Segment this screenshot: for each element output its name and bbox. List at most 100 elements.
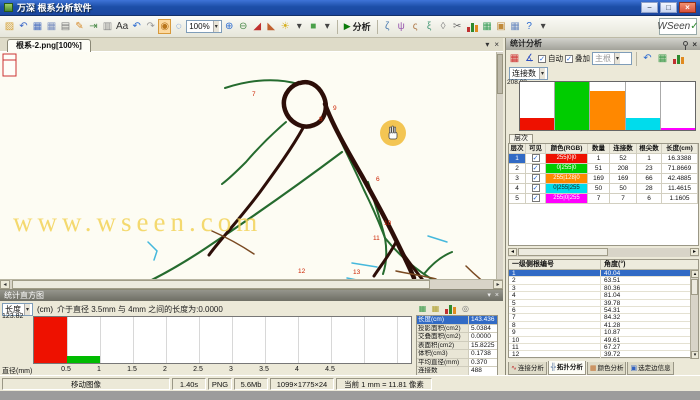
maximize-button[interactable]: □ bbox=[660, 2, 677, 13]
angle-table-row[interactable]: 910.87 bbox=[509, 329, 698, 336]
scroll-thumb[interactable] bbox=[691, 279, 698, 295]
stat-row[interactable]: 长度(cm)143.436 bbox=[417, 316, 497, 325]
angle-table-row[interactable]: 539.78 bbox=[509, 300, 698, 307]
layers-icon[interactable]: ▦ bbox=[508, 51, 521, 66]
undo-icon[interactable]: ↶ bbox=[130, 19, 143, 34]
pan-hand-icon[interactable]: ◉ bbox=[158, 19, 171, 34]
minimize-button[interactable]: − bbox=[641, 2, 658, 13]
export-icon[interactable]: ⇥ bbox=[87, 19, 100, 34]
panel-close-icon[interactable]: × bbox=[692, 39, 697, 51]
panel-close-icon[interactable]: × bbox=[495, 290, 499, 301]
document-tab[interactable]: 根系-2.png[100%] bbox=[7, 39, 91, 52]
title-bar[interactable]: 万深 根系分析软件 − □ × bbox=[0, 0, 700, 16]
export-excel-icon[interactable]: ▦ bbox=[656, 51, 669, 66]
table-row[interactable]: 5✓255|0|2557761.1605 bbox=[509, 194, 698, 204]
chevron-down-icon[interactable]: ▾ bbox=[213, 21, 219, 32]
stat-row[interactable]: 投影面积(cm2)5.0384 bbox=[417, 325, 497, 334]
visible-checkbox[interactable]: ✓ bbox=[526, 164, 546, 173]
scroll-right-icon[interactable]: ▸ bbox=[690, 248, 699, 256]
scroll-thumb[interactable] bbox=[12, 280, 430, 289]
back-icon[interactable]: ↶ bbox=[17, 19, 30, 34]
scroll-left-icon[interactable]: ◂ bbox=[508, 248, 517, 256]
open-folder-icon[interactable]: ▨ bbox=[3, 19, 16, 34]
chevron-down-icon[interactable]: ▾ bbox=[24, 304, 30, 315]
canvas-horizontal-scrollbar[interactable]: ◂ ▸ bbox=[0, 279, 503, 289]
visible-checkbox[interactable]: ✓ bbox=[526, 184, 546, 193]
tab-list-dropdown-icon[interactable]: ▾ bbox=[485, 40, 489, 49]
help-dropdown-icon[interactable]: ▾ bbox=[537, 19, 550, 34]
grid-icon[interactable]: ▦ bbox=[509, 19, 522, 34]
angle-table-row[interactable]: 841.28 bbox=[509, 322, 698, 329]
tab-颜色分析[interactable]: ▦颜色分析 bbox=[587, 362, 627, 375]
stat-row[interactable]: 体积(cm3)0.1738 bbox=[417, 350, 497, 359]
trace-tool-3-icon[interactable]: ς bbox=[409, 19, 422, 34]
trace-tool-4-icon[interactable]: ξ bbox=[423, 19, 436, 34]
scroll-right-icon[interactable]: ▸ bbox=[493, 280, 503, 289]
zoom-in-icon[interactable]: ⊕ bbox=[223, 19, 236, 34]
visible-checkbox[interactable]: ✓ bbox=[526, 194, 546, 203]
tab-连接分析[interactable]: ∿连接分析 bbox=[508, 362, 547, 375]
analysis-panel-header[interactable]: 统计分析 × bbox=[506, 38, 700, 50]
trace-tool-2-icon[interactable]: ψ bbox=[395, 19, 408, 34]
stat-row[interactable]: 表面积(cm2)15.8225 bbox=[417, 342, 497, 351]
histogram-panel-header[interactable]: 统计直方图 ▾ × bbox=[0, 290, 503, 301]
visible-checkbox[interactable]: ✓ bbox=[526, 174, 546, 183]
trace-tool-1-icon[interactable]: ζ bbox=[381, 19, 394, 34]
export-excel-icon[interactable]: ▦ bbox=[417, 303, 428, 314]
chevron-down-icon[interactable]: ▾ bbox=[614, 53, 620, 64]
print-icon[interactable]: ▤ bbox=[59, 19, 72, 34]
pin-icon[interactable] bbox=[683, 41, 688, 46]
table-vertical-scrollbar[interactable]: ▴ ▾ bbox=[690, 270, 698, 359]
copy-icon[interactable]: ▥ bbox=[101, 19, 114, 34]
scroll-thumb[interactable] bbox=[518, 248, 608, 256]
canvas-vertical-scrollbar[interactable] bbox=[497, 52, 503, 279]
image-canvas[interactable]: 789610111213 www.wseen.com bbox=[0, 52, 497, 279]
mark-tool-icon[interactable]: ◢ bbox=[251, 19, 264, 34]
save-data-icon[interactable]: ▦ bbox=[430, 303, 441, 314]
help-icon[interactable]: ? bbox=[523, 19, 536, 34]
eraser-tool-icon[interactable]: ◊ bbox=[437, 19, 450, 34]
angle-table-row[interactable]: 380.36 bbox=[509, 285, 698, 292]
panel-dropdown-icon[interactable]: ▾ bbox=[487, 290, 491, 301]
stat-row[interactable]: 交叠面积(cm2)0.0000 bbox=[417, 333, 497, 342]
cut-tool-icon[interactable]: ✂ bbox=[451, 19, 464, 34]
stat-row[interactable]: 平均直径(mm)0.370 bbox=[417, 359, 497, 368]
table-row[interactable]: 2✓0|255|0512082371.8669 bbox=[509, 164, 698, 174]
settings-icon[interactable]: ◎ bbox=[460, 303, 471, 314]
redo-icon[interactable]: ↷ bbox=[144, 19, 157, 34]
angle-table-row[interactable]: 1167.27 bbox=[509, 344, 698, 351]
zoom-level-combo[interactable]: 100% ▾ bbox=[186, 20, 221, 33]
save-icon[interactable]: ▦ bbox=[31, 19, 44, 34]
star-tool-icon[interactable]: ☀ bbox=[279, 19, 292, 34]
auto-checkbox[interactable]: ✓ bbox=[538, 55, 546, 63]
pencil-icon[interactable]: ✎ bbox=[73, 19, 86, 34]
undo-icon[interactable]: ↶ bbox=[641, 51, 654, 66]
table-row[interactable]: 3✓255|128|01691696642.4885 bbox=[509, 174, 698, 184]
tab-close-icon[interactable]: × bbox=[494, 40, 499, 49]
angle-measure-icon[interactable]: ∡ bbox=[523, 51, 536, 66]
angle-table-row[interactable]: 654.31 bbox=[509, 307, 698, 314]
zoom-out-icon[interactable]: ⊖ bbox=[237, 19, 250, 34]
stats-export-icon[interactable]: ▦ bbox=[481, 19, 494, 34]
save-all-icon[interactable]: ▦ bbox=[45, 19, 58, 34]
panel-horizontal-scrollbar[interactable]: ◂ ▸ bbox=[508, 248, 699, 257]
tab-选定边信息[interactable]: ▣选定边信息 bbox=[627, 362, 673, 375]
table-row[interactable]: 1✓255|0|0152116.3388 bbox=[509, 154, 698, 164]
scroll-up-icon[interactable]: ▴ bbox=[691, 270, 699, 278]
chart-icon[interactable] bbox=[445, 303, 456, 314]
zoom-icon[interactable]: ◌ bbox=[172, 19, 185, 34]
tab-拓扑分析[interactable]: ╬拓扑分析 bbox=[548, 361, 586, 375]
ruler-tool-icon[interactable]: ◣ bbox=[265, 19, 278, 34]
table-row[interactable]: 4✓0|255|25550502811.4615 bbox=[509, 184, 698, 194]
angle-table-row[interactable]: 1239.72 bbox=[509, 351, 698, 358]
chevron-down-icon[interactable]: ▾ bbox=[539, 68, 545, 79]
navigator-rect[interactable] bbox=[3, 54, 16, 76]
angle-table-row[interactable]: 481.04 bbox=[509, 292, 698, 299]
chart-icon[interactable] bbox=[467, 21, 478, 32]
report-icon[interactable]: ▣ bbox=[495, 19, 508, 34]
overlay-checkbox[interactable]: ✓ bbox=[565, 55, 573, 63]
region-tool-icon[interactable]: ■ bbox=[307, 19, 320, 34]
root-type-combo[interactable]: 主根 ▾ bbox=[592, 52, 632, 65]
scroll-down-icon[interactable]: ▾ bbox=[691, 351, 699, 359]
font-icon[interactable]: Aa bbox=[115, 19, 129, 34]
